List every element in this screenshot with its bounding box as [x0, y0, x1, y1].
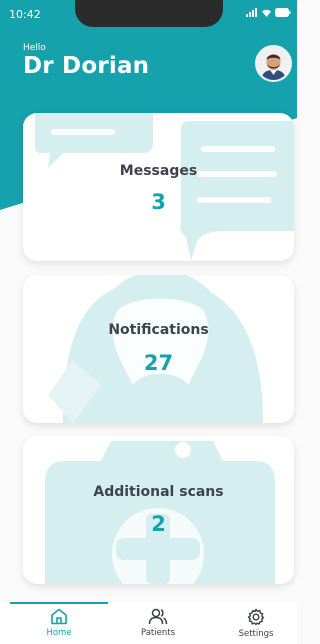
signal-icon: [246, 8, 257, 17]
bottom-navigation: Home Patients Settings: [0, 602, 297, 644]
home-icon: [51, 608, 67, 625]
status-time: 10:42: [9, 8, 41, 21]
additional-scans-title: Additional scans: [93, 484, 224, 500]
nav-home[interactable]: Home: [19, 608, 99, 638]
nav-patients-label: Patients: [140, 628, 176, 638]
nav-home-label: Home: [46, 628, 72, 638]
additional-scans-count: 2: [151, 512, 166, 536]
nav-settings[interactable]: Settings: [216, 608, 296, 639]
status-icons: [246, 8, 291, 17]
doctor-name: Dr Dorian: [23, 53, 150, 79]
additional-scans-card[interactable]: Additional scans 2: [23, 436, 294, 584]
active-tab-indicator: [10, 602, 108, 604]
chat-bubbles-icon: [35, 113, 294, 261]
device-notch: [75, 0, 223, 27]
notifications-count: 27: [143, 351, 174, 375]
notifications-card[interactable]: Notifications 27: [23, 275, 294, 423]
avatar-portrait-icon: [257, 47, 290, 80]
notifications-title: Notifications: [108, 322, 209, 338]
messages-count: 3: [151, 190, 166, 214]
tooth-magnifier-icon: [48, 275, 263, 423]
nav-settings-label: Settings: [238, 629, 274, 639]
wifi-icon: [262, 9, 271, 17]
greeting-text: Hello: [23, 43, 46, 53]
users-icon: [148, 608, 168, 625]
avatar[interactable]: [255, 45, 292, 82]
nav-patients[interactable]: Patients: [118, 608, 198, 638]
status-bar: 10:42: [0, 0, 297, 28]
medical-case-icon: [45, 441, 275, 584]
gear-icon: [247, 608, 265, 626]
messages-title: Messages: [119, 163, 198, 179]
battery-icon: [275, 8, 291, 17]
messages-card[interactable]: Messages 3: [23, 113, 294, 261]
